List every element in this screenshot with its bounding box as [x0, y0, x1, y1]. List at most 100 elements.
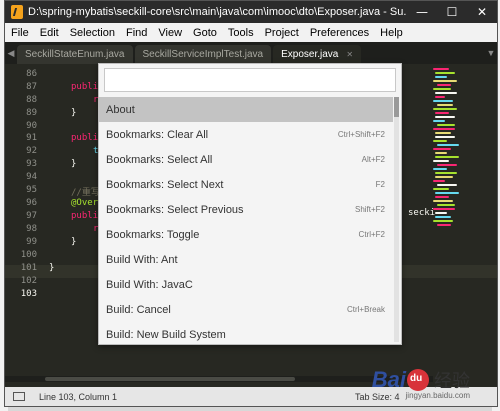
minimap-line: [433, 148, 451, 150]
line-number: 101: [20, 263, 37, 273]
minimap-line: [435, 152, 447, 154]
tab-bar: ◀ SeckillStateEnum.java SeckillServiceIm…: [5, 42, 497, 64]
tab-close-icon[interactable]: ✕: [346, 50, 353, 59]
command-item-bookmarks-toggle[interactable]: Bookmarks: Toggle Ctrl+F2: [99, 222, 393, 247]
line-number: 102: [20, 276, 37, 286]
command-label: Bookmarks: Toggle: [106, 228, 200, 241]
minimap-line: [435, 76, 447, 78]
line-number: 93: [26, 159, 37, 169]
command-shortcut: Alt+F2: [361, 155, 385, 164]
line-number: 91: [26, 133, 37, 143]
command-item-bookmarks-clear-all[interactable]: Bookmarks: Clear All Ctrl+Shift+F2: [99, 122, 393, 147]
menu-edit[interactable]: Edit: [40, 27, 59, 39]
command-label: Bookmarks: Select All: [106, 153, 213, 166]
panel-toggle-icon[interactable]: [13, 392, 25, 401]
command-item-about[interactable]: About: [99, 97, 393, 122]
menu-help[interactable]: Help: [380, 27, 403, 39]
minimap-line: [437, 224, 451, 226]
command-item-build-with-ant[interactable]: Build With: Ant: [99, 247, 393, 272]
line-number: 95: [26, 185, 37, 195]
command-label: Build: New Build System: [106, 328, 226, 341]
minimap-line: [435, 216, 451, 218]
command-label: Bookmarks: Clear All: [106, 128, 209, 141]
tab-label: SeckillServiceImplTest.java: [142, 49, 264, 60]
close-button[interactable]: ✕: [467, 1, 497, 23]
command-list: About Bookmarks: Clear All Ctrl+Shift+F2…: [99, 97, 393, 344]
scrollbar-thumb[interactable]: [45, 377, 295, 381]
command-palette: About Bookmarks: Clear All Ctrl+Shift+F2…: [98, 63, 402, 345]
minimap-line: [435, 136, 455, 138]
scrollbar-thumb[interactable]: [394, 97, 399, 117]
command-item-bookmarks-select-all[interactable]: Bookmarks: Select All Alt+F2: [99, 147, 393, 172]
command-shortcut: Shift+F2: [354, 205, 385, 214]
minimap-line: [437, 84, 451, 86]
line-number: 92: [26, 146, 37, 156]
minimap-line: [435, 156, 459, 158]
cursor-position: Line 103, Column 1: [39, 391, 118, 402]
line-number: 99: [26, 237, 37, 247]
menu-project[interactable]: Project: [265, 27, 299, 39]
command-item-bookmarks-select-previous[interactable]: Bookmarks: Select Previous Shift+F2: [99, 197, 393, 222]
command-label: Bookmarks: Select Next: [106, 178, 224, 191]
watermark-brand: Bai: [371, 367, 406, 392]
command-shortcut: Ctrl+Break: [346, 305, 385, 314]
minimap-line: [435, 92, 457, 94]
menu-find[interactable]: Find: [126, 27, 147, 39]
minimize-button[interactable]: —: [407, 1, 437, 23]
line-number: 87: [26, 82, 37, 92]
command-palette-input[interactable]: [104, 68, 396, 92]
minimap-line: [437, 124, 455, 126]
minimap-line: [437, 144, 459, 146]
tab-label: Exposer.java: [281, 49, 339, 60]
line-number: 97: [26, 211, 37, 221]
line-number: 94: [26, 172, 37, 182]
menu-file[interactable]: File: [11, 27, 29, 39]
minimap-line: [435, 196, 449, 198]
command-list-scrollbar[interactable]: [394, 97, 399, 342]
line-number: 96: [26, 198, 37, 208]
minimap-line: [433, 160, 449, 162]
title-bar: D:\spring-mybatis\seckill-core\src\main\…: [5, 1, 497, 23]
minimap-line: [433, 108, 457, 110]
minimap-line: [433, 68, 449, 70]
minimap-line: [433, 200, 453, 202]
line-number: 103: [20, 289, 37, 299]
menu-tools[interactable]: Tools: [228, 27, 254, 39]
watermark-url: jingyan.baidu.com: [405, 391, 470, 400]
horizontal-scrollbar[interactable]: [5, 376, 433, 382]
menu-selection[interactable]: Selection: [70, 27, 115, 39]
menu-preferences[interactable]: Preferences: [310, 27, 369, 39]
tab-seckillstateenum[interactable]: SeckillStateEnum.java: [17, 45, 133, 64]
tab-size-selector[interactable]: Tab Size: 4: [355, 392, 400, 402]
minimap[interactable]: [431, 64, 479, 389]
minimap-line: [437, 104, 453, 106]
menu-view[interactable]: View: [158, 27, 182, 39]
minimap-line: [433, 100, 453, 102]
menu-goto[interactable]: Goto: [193, 27, 217, 39]
window-title: D:\spring-mybatis\seckill-core\src\main\…: [28, 6, 407, 18]
tab-exposer[interactable]: Exposer.java ✕: [273, 45, 362, 64]
maximize-button[interactable]: ☐: [437, 1, 467, 23]
command-item-build-with-javac[interactable]: Build With: JavaC: [99, 272, 393, 297]
minimap-line: [435, 112, 449, 114]
tab-seckillserviceimpltest[interactable]: SeckillServiceImplTest.java: [134, 45, 272, 64]
command-shortcut: Ctrl+Shift+F2: [337, 130, 385, 139]
tab-label: SeckillStateEnum.java: [25, 49, 125, 60]
command-item-bookmarks-select-next[interactable]: Bookmarks: Select Next F2: [99, 172, 393, 197]
minimap-line: [433, 128, 455, 130]
minimap-line: [435, 172, 457, 174]
command-label: Bookmarks: Select Previous: [106, 203, 244, 216]
minimap-line: [433, 180, 445, 182]
baidu-watermark: Bai 经验 jingyan.baidu.com: [371, 367, 470, 400]
command-item-build-new-build-system[interactable]: Build: New Build System: [99, 322, 393, 344]
tab-scroll-left-icon[interactable]: ◀: [5, 42, 17, 64]
minimap-line: [433, 88, 451, 90]
line-gutter: 86 87 88 89 90 91 92 93 94 95 96 97 98 9…: [5, 64, 39, 389]
baidu-paw-icon: [407, 369, 429, 391]
line-number: 98: [26, 224, 37, 234]
command-item-build-cancel[interactable]: Build: Cancel Ctrl+Break: [99, 297, 393, 322]
tab-dropdown-icon[interactable]: ▼: [485, 42, 497, 64]
sublime-logo-icon: [11, 5, 23, 19]
minimap-line: [433, 120, 445, 122]
command-label: Build With: Ant: [106, 253, 178, 266]
